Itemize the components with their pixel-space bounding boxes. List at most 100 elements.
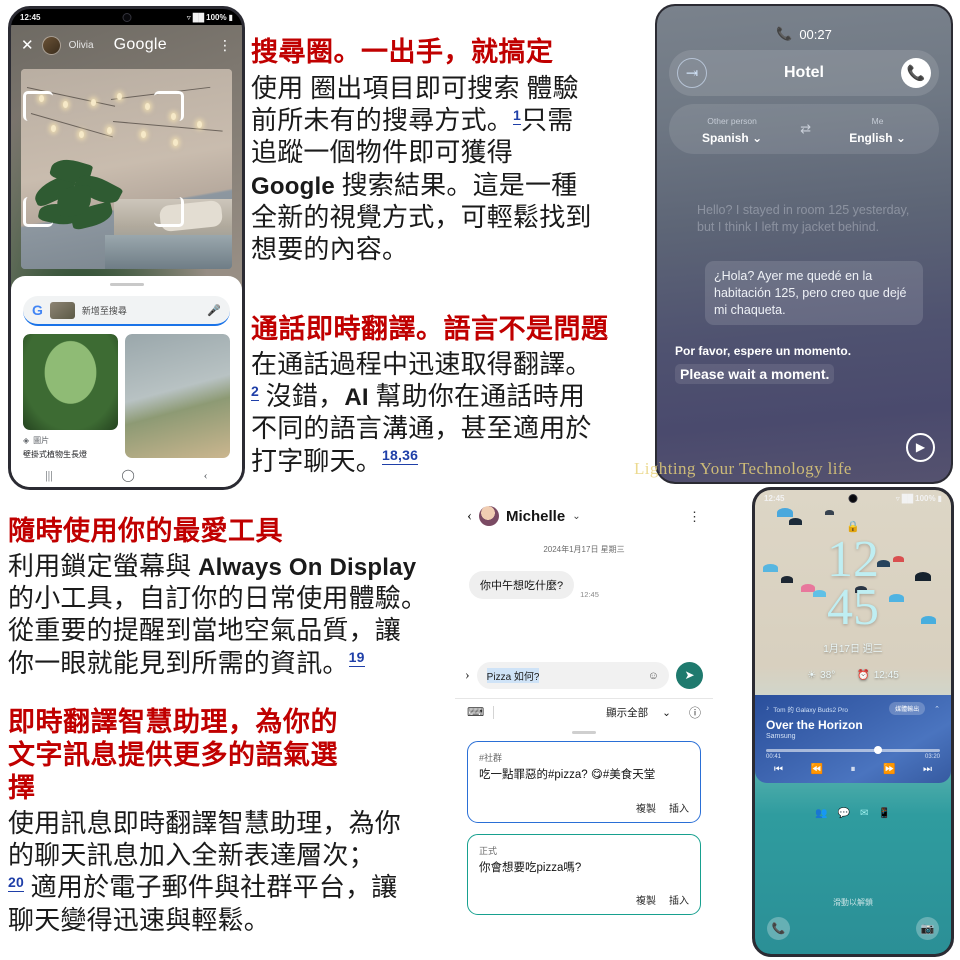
text-run: 利用鎖定螢幕與 — [8, 551, 199, 581]
show-all-button[interactable]: 顯示全部 — [606, 705, 648, 720]
text-run: 聊天變得迅速與輕鬆。 — [8, 905, 271, 935]
phone-live-translate: 📞 00:27 ⇥ Hotel 📞 Other person Spanish ⌄… — [655, 4, 953, 484]
text-run: Always On Display — [198, 553, 417, 581]
battery-icon: ▮ — [937, 493, 942, 503]
fast-forward-icon[interactable]: ⏩ — [883, 764, 895, 775]
mic-icon[interactable]: 🎤 — [207, 304, 221, 317]
sheet-grabber[interactable] — [109, 283, 144, 286]
back-icon[interactable]: ‹ — [204, 468, 208, 483]
reference-link[interactable]: 19 — [348, 648, 365, 667]
reference-link[interactable]: 1 — [513, 106, 522, 125]
lockscreen-clock: 12 45 — [755, 531, 951, 634]
insert-button[interactable]: 插入 — [669, 800, 689, 815]
rewind-icon[interactable]: ⏪ — [811, 764, 823, 775]
exit-icon[interactable]: ⇥ — [677, 58, 707, 88]
lockscreen-date: 1月17日 週三 — [823, 644, 883, 655]
close-icon[interactable]: ✕ — [21, 36, 34, 54]
composer-row: › Pizza 如何? ☺ ➤ — [465, 662, 703, 689]
text-run: 適用於電子郵件與社群平台，讓 — [23, 873, 398, 903]
language-selector-bar: Other person Spanish ⌄ ⇄ Me English ⌄ — [669, 104, 939, 154]
search-input[interactable]: G 新增至搜尋 🎤 — [23, 296, 230, 326]
poster-canvas: 12:45 ▿ ██ 100% ▮ ✕ Olivia Google ⋮ G 新增… — [0, 0, 960, 960]
copy-block-lockscreen-widgets: 隨時使用你的最愛工具 利用鎖定螢幕與 Always On Display 的小工… — [8, 515, 448, 680]
result-card[interactable]: ◈ 圖片 壁掛式植物生長燈 — [23, 334, 118, 460]
search-results: ◈ 圖片 壁掛式植物生長燈 — [23, 334, 230, 460]
chevron-down-icon[interactable]: ⌄ — [662, 707, 671, 719]
sheet-grabber[interactable] — [572, 731, 596, 734]
slider-knob[interactable] — [873, 746, 882, 754]
insert-button[interactable]: 插入 — [669, 892, 689, 907]
image-source-icon: ◈ — [23, 436, 30, 445]
elapsed-time: 00:41 — [766, 754, 782, 760]
prev-track-icon[interactable]: ⏮ — [774, 764, 783, 775]
result-card[interactable] — [124, 334, 230, 460]
reference-link[interactable]: 2 — [251, 382, 259, 401]
heading: 即時翻譯智慧助理，為你的 文字訊息提供更多的語氣選 擇 — [8, 706, 448, 805]
expand-icon[interactable]: › — [465, 668, 470, 684]
my-language[interactable]: Me English ⌄ — [849, 111, 906, 147]
call-header: ⇥ Hotel 📞 — [669, 50, 939, 96]
body-text: 使用訊息即時翻譯智慧助理，為你 的聊天訊息加入全新表達層次； 20 適用於電子郵… — [8, 808, 448, 937]
phone-app-icon[interactable]: 📱 — [878, 808, 890, 819]
reference-link[interactable]: 18,36 — [382, 446, 419, 465]
alarm-widget[interactable]: ⏰ 12:45 — [857, 670, 898, 681]
message-input[interactable]: Pizza 如何? ☺ — [476, 662, 669, 689]
text-run: 只需 — [521, 106, 574, 136]
chevron-up-icon[interactable]: ⌃ — [934, 705, 940, 713]
next-track-icon[interactable]: ⏭ — [923, 764, 932, 775]
selection-bracket-tr — [154, 91, 184, 121]
messages-icon[interactable]: 💬 — [838, 808, 850, 819]
progress-slider[interactable] — [766, 746, 940, 754]
status-time: 12:45 — [20, 12, 41, 22]
emoji-icon[interactable]: ☺ — [648, 670, 659, 682]
phone-icon[interactable]: 📞 — [767, 917, 790, 940]
copy-button[interactable]: 複製 — [636, 800, 656, 815]
weather-widget[interactable]: ☀ 38° — [807, 670, 835, 681]
copy-button[interactable]: 複製 — [636, 892, 656, 907]
mail-icon[interactable]: ✉ — [860, 808, 868, 819]
keyboard-icon[interactable]: ⌨ — [467, 705, 484, 720]
user-name: Olivia — [68, 39, 94, 51]
back-icon[interactable]: ‹ — [467, 508, 472, 525]
overflow-menu-icon[interactable]: ⋮ — [218, 38, 232, 52]
recents-icon[interactable]: ||| — [45, 468, 52, 483]
transcript-original: Hello? I stayed in room 125 yesterday, b… — [697, 203, 910, 234]
copy-block-circle-search: 搜尋圈。一出手，就搞定 使用 圈出項目即可搜索 體驗 前所未有的搜尋方式。1只需… — [251, 36, 633, 266]
send-icon[interactable]: ➤ — [676, 662, 703, 689]
avatar[interactable] — [479, 506, 499, 526]
navigation-bar: ||| ◯ ‹ — [11, 463, 242, 487]
text-run: 從重要的提醒到當地空氣品質，讓 — [8, 616, 402, 646]
total-duration: 03:20 — [924, 754, 940, 760]
signal-icon: ██ — [192, 12, 205, 22]
play-icon[interactable]: ▶ — [906, 433, 935, 462]
text-run: Google — [251, 172, 335, 200]
contact-name: Michelle — [506, 507, 566, 525]
google-app-bar: ✕ Olivia Google ⋮ — [11, 25, 242, 65]
image-chip-thumbnail — [49, 301, 75, 319]
tone-card[interactable]: 正式 你會想要吃pizza嗎? 複製 插入 — [467, 833, 701, 916]
my-utterance-source: Por favor, espere un momento. — [675, 344, 852, 358]
end-call-icon[interactable]: 📞 — [901, 58, 931, 88]
camera-icon[interactable]: 📷 — [916, 917, 939, 940]
result-caption: 壁掛式植物生長燈 — [23, 450, 87, 459]
avatar[interactable] — [41, 35, 61, 55]
contacts-icon[interactable]: 👥 — [815, 808, 827, 819]
pause-icon[interactable]: ⏸ — [850, 764, 855, 775]
chevron-down-icon[interactable]: ⌄ — [572, 511, 580, 522]
overflow-menu-icon[interactable]: ⋮ — [688, 510, 701, 523]
info-icon[interactable]: ⓘ — [689, 704, 701, 721]
home-icon[interactable]: ◯ — [121, 468, 134, 483]
text-run: 的小工具，自訂你的日常使用體驗。 — [8, 584, 428, 614]
tone-card[interactable]: #社群 吃一點罪惡的#pizza? 😋#美食天堂 複製 插入 — [467, 741, 701, 823]
weather-value: 38° — [820, 670, 836, 681]
swap-languages-icon[interactable]: ⇄ — [800, 121, 811, 137]
my-language-value: English — [849, 131, 893, 145]
message-input-value: Pizza 如何? — [486, 668, 540, 683]
other-person-language[interactable]: Other person Spanish ⌄ — [702, 111, 762, 147]
clock-hours: 12 — [827, 531, 879, 588]
media-output-button[interactable]: 媒體輸出 — [889, 702, 926, 715]
reference-link[interactable]: 20 — [8, 873, 24, 892]
notification-shortcuts: 👥 💬 ✉ 📱 — [755, 808, 951, 819]
text-run: 前所未有的搜尋方式。 — [251, 106, 514, 136]
heading: 隨時使用你的最愛工具 — [8, 516, 283, 546]
